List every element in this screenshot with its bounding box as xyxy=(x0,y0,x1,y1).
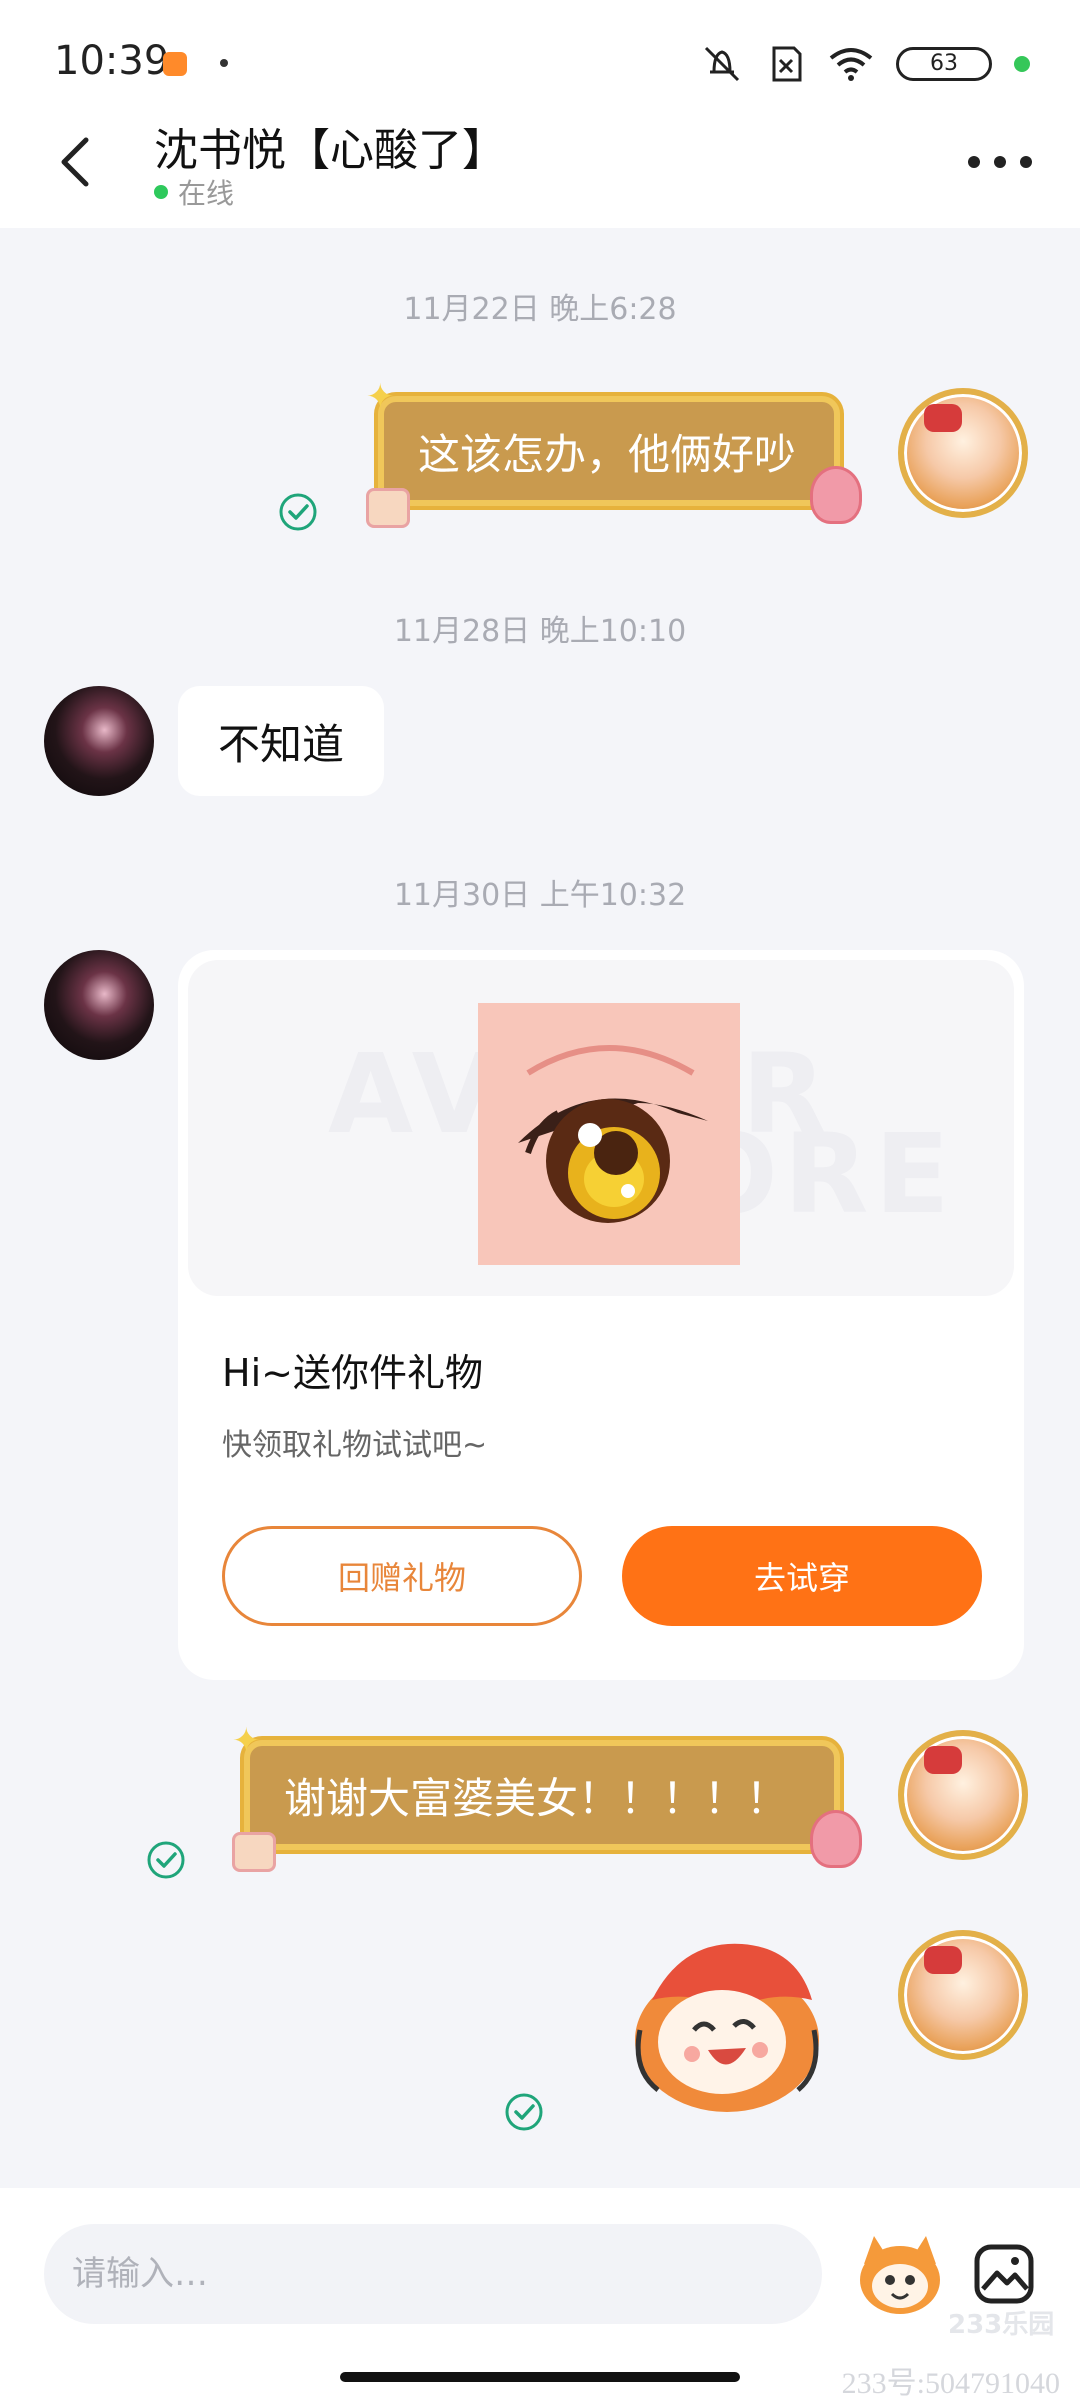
back-button[interactable] xyxy=(40,122,110,202)
status-time: 10:39 xyxy=(54,38,170,84)
gift-card[interactable]: AVATAR STORE Hi~送你件礼物 快领取礼物试试吧~ 回赠礼物 去试穿 xyxy=(178,950,1024,1680)
image-icon xyxy=(974,2244,1034,2304)
read-check-icon xyxy=(147,1841,185,1879)
message-bubble-self[interactable]: ✦ 这该怎办，他俩好吵 xyxy=(366,380,862,528)
message-text: 谢谢大富婆美女！！！！！ xyxy=(284,1773,789,1823)
online-status: 在线 xyxy=(154,172,234,212)
timestamp: 11月30日 上午10:32 xyxy=(393,878,687,913)
notification-dot xyxy=(220,59,228,67)
privacy-indicator xyxy=(1014,56,1030,72)
timestamp: 11月22日 晚上6:28 xyxy=(403,292,677,327)
emoji-icon[interactable] xyxy=(850,2224,950,2324)
message-text: 不知道 xyxy=(217,719,344,769)
online-status-text: 在线 xyxy=(178,177,235,210)
gift-title: Hi~送你件礼物 xyxy=(222,1351,483,1395)
mute-icon xyxy=(704,46,740,82)
chibi-girl-icon xyxy=(810,1810,862,1868)
avatar-self[interactable] xyxy=(898,1730,1028,1860)
more-button[interactable] xyxy=(968,140,1032,184)
message-bubble-other[interactable]: 不知道 xyxy=(178,686,384,796)
no-sim-icon xyxy=(772,46,802,82)
read-check-icon xyxy=(279,493,317,531)
app-notification-icon xyxy=(163,52,187,76)
online-dot-icon xyxy=(154,185,168,199)
more-icon-dot xyxy=(1020,156,1032,168)
message-input[interactable] xyxy=(44,2224,822,2324)
timestamp: 11月28日 晚上10:10 xyxy=(393,614,687,649)
avatar-self[interactable] xyxy=(898,1930,1028,2060)
gift-subtitle: 快领取礼物试试吧~ xyxy=(222,1428,488,1463)
avatar-self[interactable] xyxy=(898,388,1028,518)
try-on-button[interactable]: 去试穿 xyxy=(622,1526,982,1626)
avatar-other[interactable] xyxy=(44,686,154,796)
wifi-icon xyxy=(829,48,873,81)
return-gift-button[interactable]: 回赠礼物 xyxy=(222,1526,582,1626)
sticker-laughing-icon[interactable] xyxy=(622,1930,832,2120)
avatar-other[interactable] xyxy=(44,950,154,1060)
read-check-icon xyxy=(505,2093,543,2131)
cake-icon xyxy=(366,488,410,528)
user-id-watermark: 233号:504791040 xyxy=(841,2367,1060,2400)
gift-eye-image xyxy=(478,1003,740,1265)
message-bubble-self[interactable]: ✦ 谢谢大富婆美女！！！！！ xyxy=(232,1724,862,1872)
sparkle-icon: ✦ xyxy=(366,377,395,417)
status-icons: 63 xyxy=(700,40,1030,88)
home-indicator[interactable] xyxy=(340,2372,740,2382)
more-icon-dot xyxy=(994,156,1006,168)
sparkle-icon: ✦ xyxy=(232,1721,261,1761)
contact-name: 沈书悦【心酸了】 xyxy=(154,125,506,176)
gift-preview: AVATAR STORE xyxy=(188,960,1014,1296)
back-arrow-icon xyxy=(61,137,89,187)
more-icon xyxy=(968,156,980,168)
cake-icon xyxy=(232,1832,276,1872)
brand-watermark: 233乐园 xyxy=(948,2310,1055,2340)
chibi-girl-icon xyxy=(810,466,862,524)
message-text: 这该怎办，他俩好吵 xyxy=(418,429,797,479)
battery-icon: 63 xyxy=(896,47,992,81)
input-bar: 233乐园 233号:504791040 xyxy=(0,2188,1080,2400)
chat-header: 沈书悦【心酸了】 在线 xyxy=(0,100,1080,228)
